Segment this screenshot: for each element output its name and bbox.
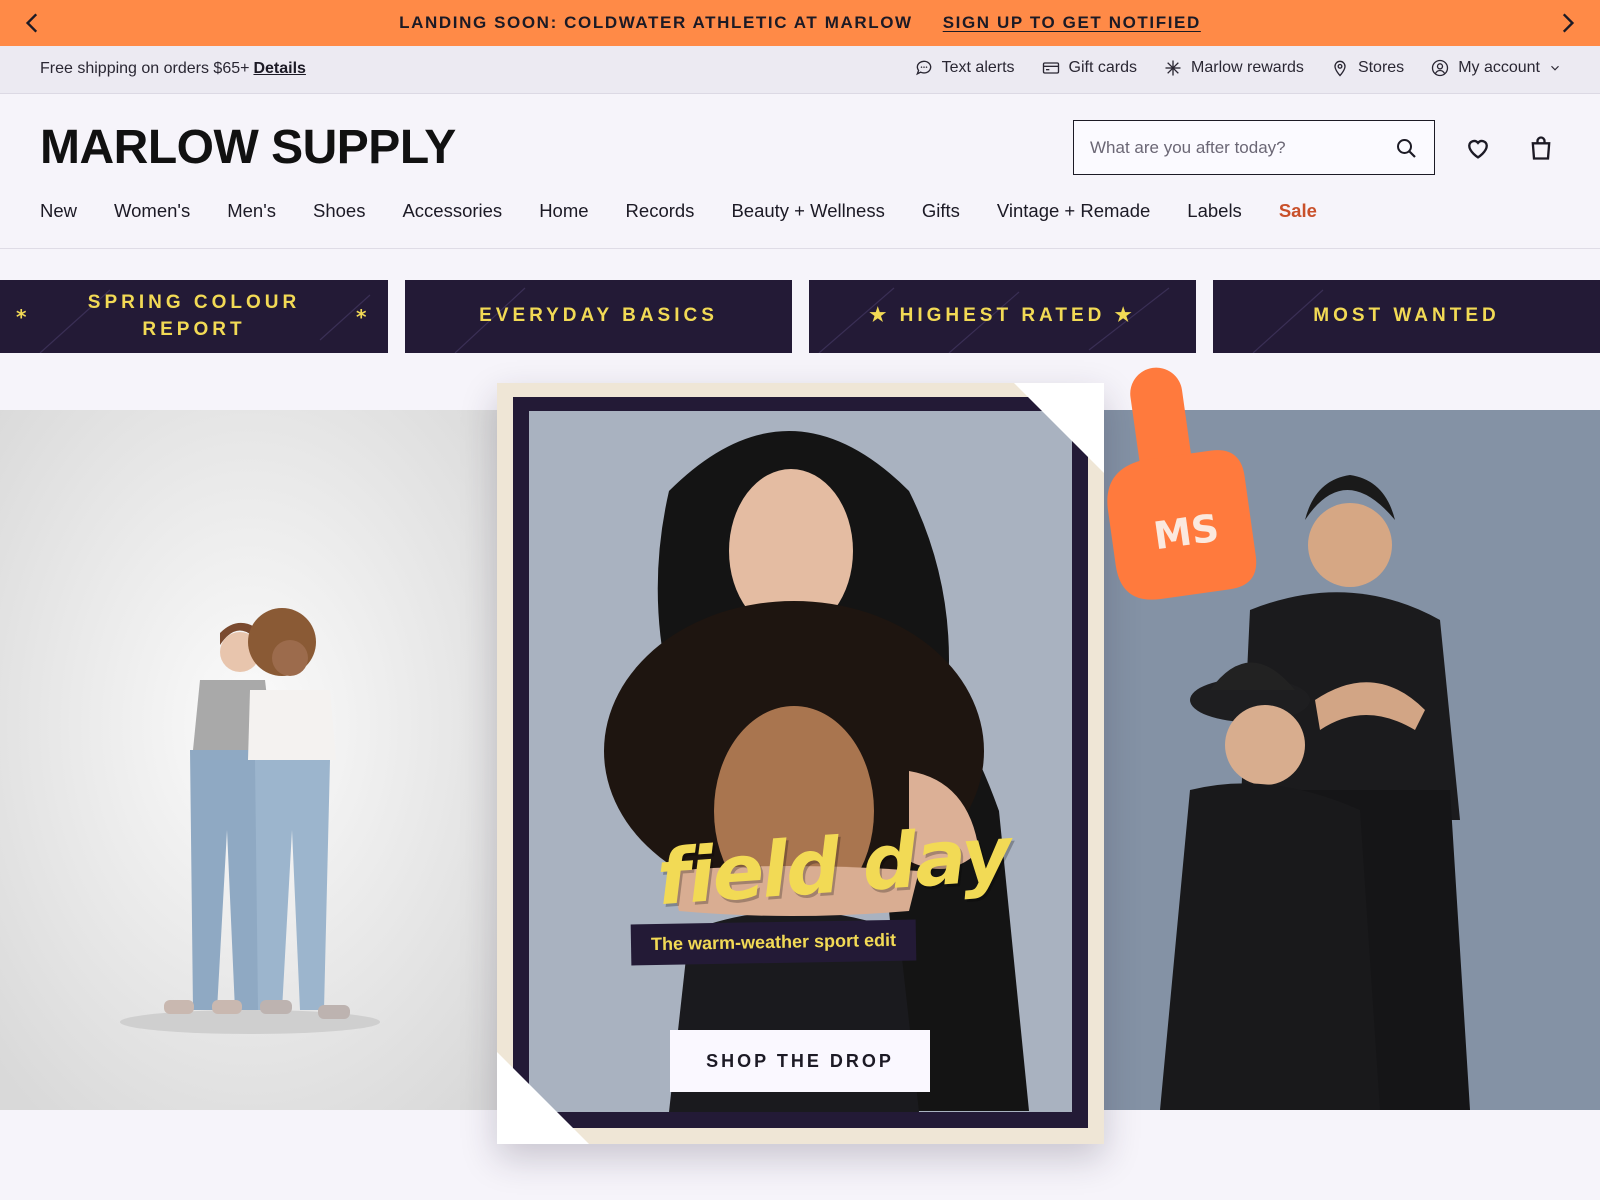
collection-tile-everyday-basics[interactable]: EVERYDAY BASICS [405,280,792,353]
foam-finger-badge[interactable]: MS [1098,355,1268,615]
collection-label: MOST WANTED [1313,305,1500,327]
nav-item-sale[interactable]: Sale [1279,200,1317,222]
gift-cards-label: Gift cards [1068,59,1138,76]
main-nav: New Women's Men's Shoes Accessories Home… [40,200,1317,222]
shipping-details-link[interactable]: Details [253,60,305,77]
collection-tile-highest-rated[interactable]: ★ HIGHEST RATED ★ [809,280,1196,353]
chevron-right-icon[interactable] [1554,10,1580,36]
nav-item-mens[interactable]: Men's [227,200,276,222]
hero-photo-left[interactable] [0,410,500,1110]
nav-item-records[interactable]: Records [626,200,695,222]
text-alerts-label: Text alerts [941,59,1015,76]
search-input[interactable] [1074,121,1394,174]
page-corner-decoration [1014,383,1104,473]
location-pin-icon [1334,60,1346,77]
collection-label-wrap: ★ HIGHEST RATED ★ [869,303,1135,330]
hero-feature-photo[interactable] [529,411,1072,1112]
nav-item-shoes[interactable]: Shoes [313,200,365,222]
user-circle-icon [1432,59,1449,77]
nav-item-labels[interactable]: Labels [1187,200,1242,222]
search-box [1073,120,1435,175]
promo-signup-link[interactable]: SIGN UP TO GET NOTIFIED [943,13,1201,33]
my-account-menu[interactable]: My account [1430,58,1562,78]
collection-label: HIGHEST RATED [899,305,1106,327]
heart-icon[interactable] [1464,134,1492,162]
nav-item-accessories[interactable]: Accessories [402,200,502,222]
utility-links: Text alerts Gift cards Marlow rewards St… [914,58,1562,78]
rewards-label: Marlow rewards [1191,59,1304,76]
hero-subheadline: The warm-weather sport edit [630,919,917,966]
chevron-down-icon [1551,65,1559,71]
nav-item-beauty-wellness[interactable]: Beauty + Wellness [731,200,884,222]
promo-message: LANDING SOON: COLDWATER ATHLETIC AT MARL… [399,13,913,32]
rewards-link[interactable]: Marlow rewards [1163,58,1304,78]
chat-bubble-icon [915,60,931,76]
badge-label: MS [1151,506,1222,559]
shipping-notice: Free shipping on orders $65+ Details [40,60,306,78]
collection-label: EVERYDAY BASICS [479,305,718,327]
svg-text:*: * [356,305,370,329]
hero-feature-card: field day The warm-weather sport edit SH… [497,383,1104,1144]
gift-cards-link[interactable]: Gift cards [1041,58,1137,78]
stores-link[interactable]: Stores [1330,58,1404,78]
chevron-left-icon[interactable] [20,10,46,36]
collection-tiles: * * SPRING COLOUR REPORT EVERYDAY BASICS … [0,280,1600,353]
sparkle-icon [1165,60,1181,76]
nav-item-new[interactable]: New [40,200,77,222]
hero-photo-left-image [0,410,500,1110]
stores-label: Stores [1357,59,1405,76]
nav-item-vintage-remade[interactable]: Vintage + Remade [997,200,1150,222]
nav-item-home[interactable]: Home [539,200,588,222]
promo-banner: LANDING SOON: COLDWATER ATHLETIC AT MARL… [0,0,1600,46]
search-icon[interactable] [1394,136,1418,160]
hero-frame [513,397,1088,1128]
nav-item-womens[interactable]: Women's [114,200,190,222]
shipping-text: Free shipping on orders $65+ [40,60,250,77]
nav-item-gifts[interactable]: Gifts [922,200,960,222]
my-account-label: My account [1458,59,1540,76]
collection-tile-spring-colour[interactable]: * * SPRING COLOUR REPORT [0,280,388,353]
star-icon: ★ [869,305,900,327]
collection-label: SPRING COLOUR REPORT [87,291,301,340]
svg-text:*: * [16,305,30,329]
shopping-bag-icon[interactable] [1527,134,1555,162]
text-alerts-link[interactable]: Text alerts [914,58,1015,78]
page-corner-decoration [497,1052,589,1144]
collection-tile-most-wanted[interactable]: MOST WANTED [1213,280,1600,353]
star-icon: ★ [1105,305,1136,327]
card-icon [1042,62,1059,74]
utility-bar: Free shipping on orders $65+ Details Text… [0,46,1600,94]
site-logo[interactable]: MARLOW SUPPLY [40,120,456,175]
hero-feature-image [529,411,1072,1112]
header-divider [0,248,1600,249]
shop-the-drop-button[interactable]: SHOP THE DROP [670,1030,930,1092]
